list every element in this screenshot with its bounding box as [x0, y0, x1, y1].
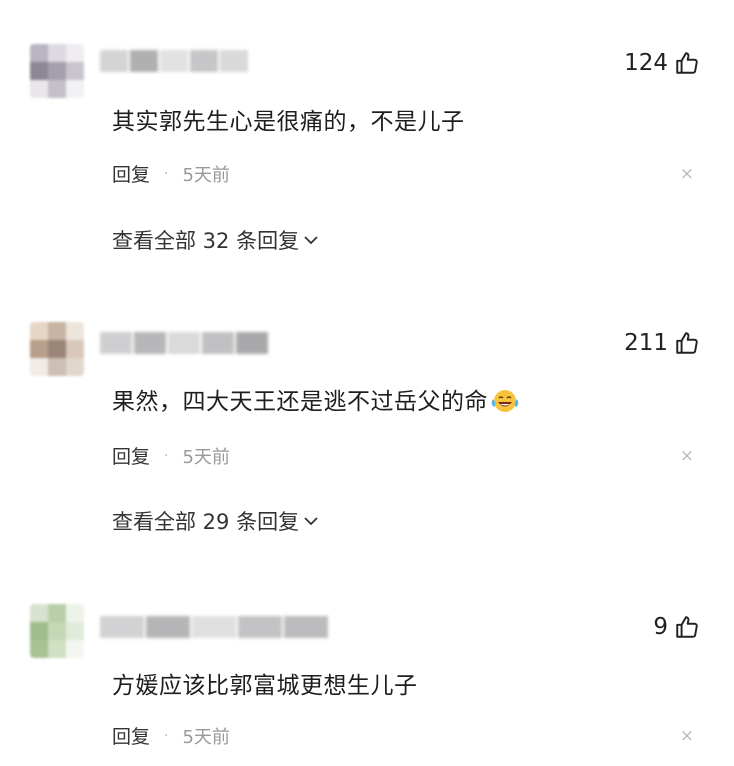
username-mosaic-cell	[192, 616, 236, 638]
avatar-mosaic-cell	[66, 622, 84, 640]
comment-meta: 回复 · 5天前	[112, 722, 230, 749]
avatar-mosaic-cell	[66, 322, 84, 340]
username-mosaic-cell	[202, 332, 234, 354]
avatar-mosaic-cell	[66, 340, 84, 358]
comment-text: 其实郭先生心是很痛的，不是儿子	[112, 109, 465, 135]
avatar-mosaic-cell	[30, 640, 48, 658]
avatar-mosaic-cell	[48, 80, 66, 98]
avatar-mosaic-cell	[48, 62, 66, 80]
separator-dot: ·	[164, 447, 169, 464]
reply-button[interactable]: 回复	[112, 160, 150, 187]
username-mosaic-cell	[168, 332, 200, 354]
view-all-replies-link[interactable]: 查看全部 29 条回复	[112, 506, 319, 536]
avatar[interactable]	[30, 322, 84, 376]
reply-button[interactable]: 回复	[112, 442, 150, 469]
username-mosaic-cell	[134, 332, 166, 354]
username-mosaic-cell	[190, 50, 218, 72]
timestamp: 5天前	[182, 164, 230, 186]
avatar-mosaic-cell	[48, 358, 66, 376]
avatar-mosaic-cell	[48, 44, 66, 62]
avatar-mosaic-cell	[48, 340, 66, 358]
thumbs-up-icon	[676, 332, 698, 354]
avatar-mosaic-cell	[48, 640, 66, 658]
like-count: 211	[624, 330, 668, 356]
username-mosaic-cell	[130, 50, 158, 72]
avatar-mosaic-cell	[66, 604, 84, 622]
reply-button[interactable]: 回复	[112, 722, 150, 749]
username-mosaic-cell	[100, 616, 144, 638]
comment-text-content: 果然，四大天王还是逃不过岳父的命	[112, 389, 488, 415]
chevron-down-icon	[304, 236, 318, 245]
username-mosaic-cell	[236, 332, 268, 354]
comment-meta: 回复 · 5天前	[112, 160, 230, 187]
like-count: 9	[653, 614, 668, 640]
avatar-mosaic-cell	[30, 80, 48, 98]
avatar-mosaic-cell	[30, 622, 48, 640]
separator-dot: ·	[164, 165, 169, 182]
comment-text: 方媛应该比郭富城更想生儿子	[112, 673, 418, 699]
close-icon[interactable]: ×	[680, 164, 694, 184]
username-mosaic-cell	[160, 50, 188, 72]
avatar-mosaic-cell	[48, 322, 66, 340]
avatar[interactable]	[30, 604, 84, 658]
username[interactable]	[100, 328, 270, 358]
avatar-mosaic-cell	[30, 322, 48, 340]
username-mosaic-cell	[146, 616, 190, 638]
username-mosaic-cell	[238, 616, 282, 638]
avatar-mosaic-cell	[30, 604, 48, 622]
username-mosaic-cell	[220, 50, 248, 72]
avatar-mosaic-cell	[66, 62, 84, 80]
view-all-replies-label: 查看全部 29 条回复	[112, 510, 300, 534]
view-all-replies-link[interactable]: 查看全部 32 条回复	[112, 225, 319, 255]
avatar[interactable]	[30, 44, 84, 98]
like-count: 124	[624, 50, 668, 76]
avatar-mosaic-cell	[48, 622, 66, 640]
username-mosaic-cell	[284, 616, 328, 638]
avatar-mosaic-cell	[66, 358, 84, 376]
username[interactable]	[100, 46, 250, 76]
separator-dot: ·	[164, 727, 169, 744]
view-all-replies-label: 查看全部 32 条回复	[112, 229, 300, 253]
avatar-mosaic-cell	[48, 604, 66, 622]
close-icon[interactable]: ×	[680, 726, 694, 746]
timestamp: 5天前	[182, 446, 230, 468]
like-button[interactable]: 9	[653, 614, 700, 640]
like-button[interactable]: 124	[624, 50, 700, 76]
like-button[interactable]: 211	[624, 330, 700, 356]
thumbs-up-icon	[676, 52, 698, 74]
avatar-mosaic-cell	[30, 340, 48, 358]
laughing-tears-emoji	[490, 388, 520, 420]
avatar-mosaic-cell	[30, 62, 48, 80]
comment-meta: 回复 · 5天前	[112, 442, 230, 469]
chevron-down-icon	[304, 517, 318, 526]
username-mosaic-cell	[100, 332, 132, 354]
timestamp: 5天前	[182, 726, 230, 748]
username-mosaic-cell	[100, 50, 128, 72]
avatar-mosaic-cell	[30, 44, 48, 62]
avatar-mosaic-cell	[66, 640, 84, 658]
avatar-mosaic-cell	[30, 358, 48, 376]
avatar-mosaic-cell	[66, 80, 84, 98]
close-icon[interactable]: ×	[680, 446, 694, 466]
avatar-mosaic-cell	[66, 44, 84, 62]
thumbs-up-icon	[676, 616, 698, 638]
comment-text: 果然，四大天王还是逃不过岳父的命	[112, 382, 520, 420]
username[interactable]	[100, 612, 330, 642]
